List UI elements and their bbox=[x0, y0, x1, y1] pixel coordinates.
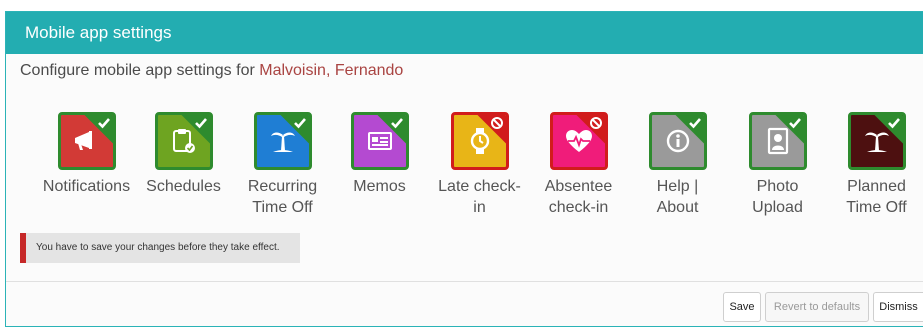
feature-tile-memos[interactable]: Memos bbox=[332, 112, 427, 197]
feature-tile-help-about[interactable]: Help | About bbox=[630, 112, 725, 218]
check-icon bbox=[390, 118, 403, 129]
footer-divider bbox=[6, 281, 923, 282]
unsaved-changes-alert: You have to save your changes before the… bbox=[20, 233, 300, 263]
check-icon bbox=[194, 118, 207, 129]
dialog-title: Mobile app settings bbox=[6, 12, 923, 54]
feature-label: Notifications bbox=[42, 178, 131, 195]
feature-label: Recurring Time Off bbox=[247, 178, 318, 216]
revert-to-defaults-button[interactable]: Revert to defaults bbox=[765, 292, 869, 322]
feature-tile-notifications[interactable]: Notifications bbox=[39, 112, 134, 197]
feature-tile-late-check-in[interactable]: Late check-in bbox=[432, 112, 527, 218]
feature-toggle[interactable] bbox=[549, 112, 608, 170]
dialog-subtitle: Configure mobile app settings for Malvoi… bbox=[20, 62, 403, 80]
dismiss-button[interactable]: Dismiss bbox=[873, 292, 923, 322]
feature-tile-recurring-time-off[interactable]: Recurring Time Off bbox=[235, 112, 330, 218]
feature-tile-schedules[interactable]: Schedules bbox=[136, 112, 231, 197]
feature-label: Late check-in bbox=[438, 178, 521, 216]
save-button[interactable]: Save bbox=[723, 292, 761, 322]
feature-label: Schedules bbox=[146, 178, 221, 195]
feature-label: Planned Time Off bbox=[846, 178, 907, 216]
feature-toggle[interactable] bbox=[847, 112, 906, 170]
check-icon bbox=[97, 118, 110, 129]
feature-toggle[interactable] bbox=[748, 112, 807, 170]
blocked-icon bbox=[490, 117, 503, 129]
blocked-icon bbox=[589, 117, 602, 129]
subtitle-prefix: Configure mobile app settings for bbox=[20, 62, 260, 79]
check-icon bbox=[293, 118, 306, 129]
feature-label: Photo Upload bbox=[752, 178, 803, 216]
feature-label: Memos bbox=[353, 178, 406, 195]
feature-label: Help | About bbox=[656, 178, 699, 216]
check-icon bbox=[688, 118, 701, 129]
mobile-settings-dialog: Mobile app settings Configure mobile app… bbox=[5, 11, 923, 327]
feature-label: Absentee check-in bbox=[544, 178, 613, 216]
feature-toggle[interactable] bbox=[648, 112, 707, 170]
feature-toggle[interactable] bbox=[350, 112, 409, 170]
feature-tile-absentee-check-in[interactable]: Absentee check-in bbox=[531, 112, 626, 218]
feature-tile-planned-time-off[interactable]: Planned Time Off bbox=[829, 112, 923, 218]
check-icon bbox=[887, 118, 900, 129]
user-name: Malvoisin, Fernando bbox=[259, 62, 404, 79]
feature-tile-photo-upload[interactable]: Photo Upload bbox=[730, 112, 825, 218]
feature-toggle[interactable] bbox=[253, 112, 312, 170]
check-icon bbox=[788, 118, 801, 129]
feature-toggle[interactable] bbox=[57, 112, 116, 170]
feature-toggle[interactable] bbox=[154, 112, 213, 170]
feature-toggle[interactable] bbox=[450, 112, 509, 170]
